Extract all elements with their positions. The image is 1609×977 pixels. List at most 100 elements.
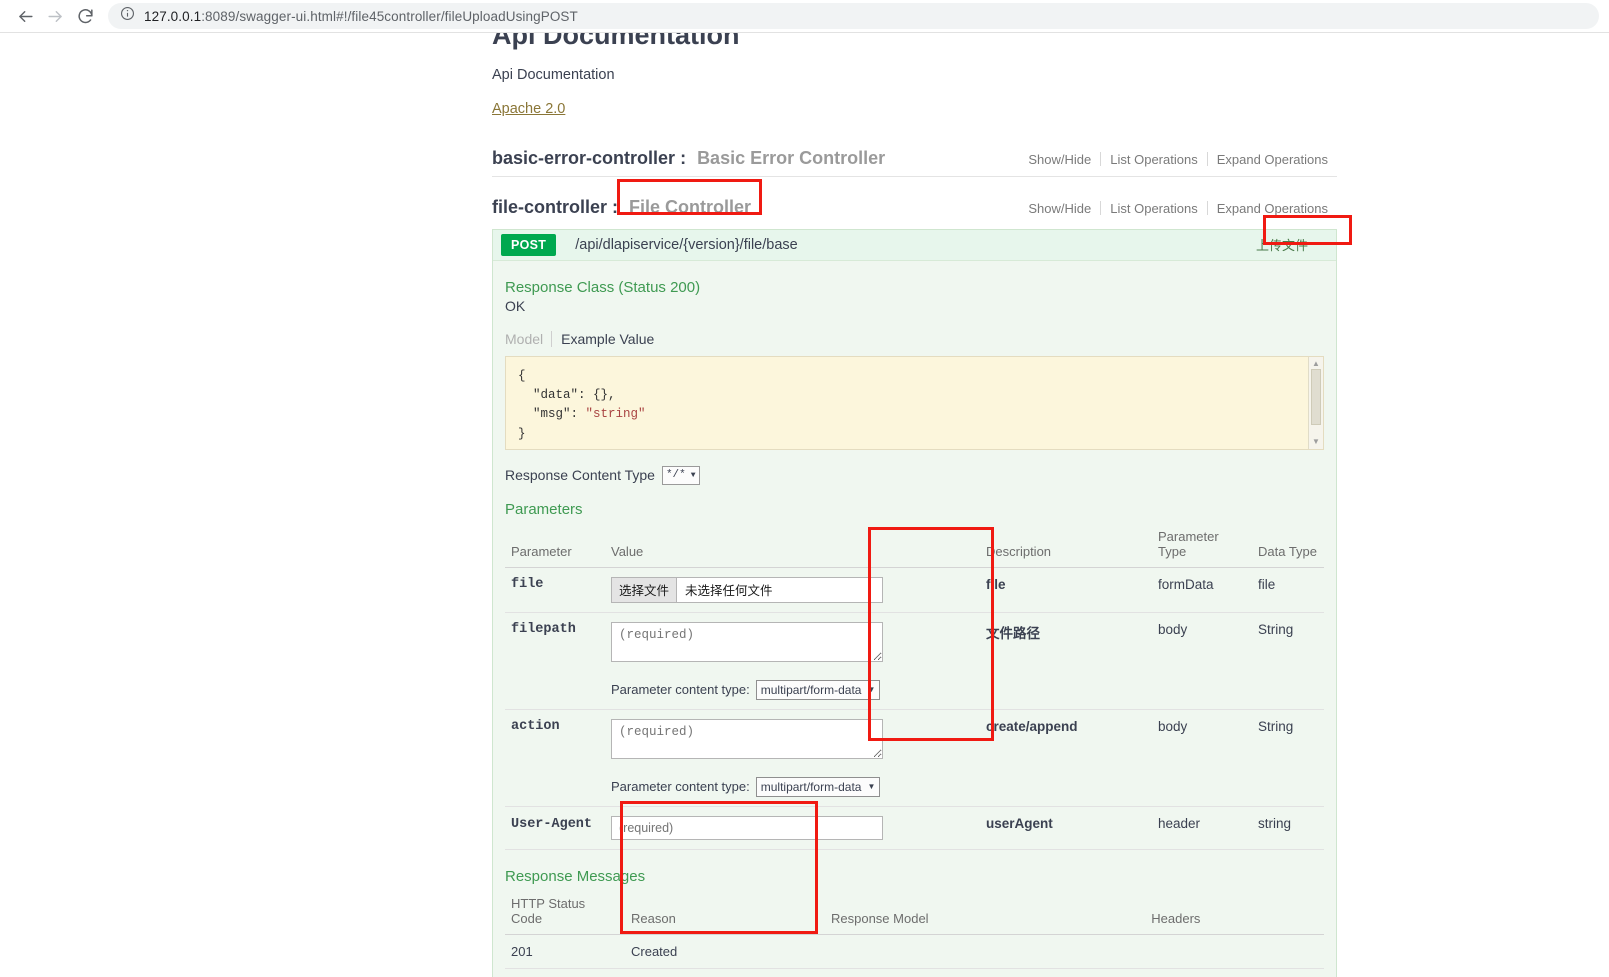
param-value-cell: Parameter content type: multipart/form-d… [605, 709, 980, 807]
show-hide-link[interactable]: Show/Hide [1019, 201, 1100, 216]
resource-title: basic-error-controller : Basic Error Con… [492, 148, 885, 169]
resource-description: File Controller [629, 196, 752, 217]
response-content-type-label: Response Content Type [505, 467, 655, 484]
param-value-cell: Parameter content type: multipart/form-d… [605, 612, 980, 710]
param-type: body [1152, 612, 1252, 710]
table-row: action Parameter content type: multipart… [505, 709, 1324, 807]
parameters-title: Parameters [505, 500, 583, 518]
reload-icon [76, 7, 95, 26]
expand-operations-link[interactable]: Expand Operations [1208, 152, 1337, 167]
resource-basic-error-controller: basic-error-controller : Basic Error Con… [492, 134, 1337, 177]
choose-file-button[interactable]: 选择文件 [612, 577, 678, 602]
table-row: 201 Created [505, 934, 1324, 969]
resource-description: Basic Error Controller [697, 147, 886, 168]
parameter-content-type-select[interactable]: multipart/form-data ▼ [755, 679, 881, 700]
code-key-msg: "msg" [518, 407, 571, 422]
param-description: create/append [980, 709, 1152, 807]
reload-button[interactable] [70, 2, 100, 30]
address-bar[interactable]: 127.0.0.1:8089/swagger-ui.html#!/file45c… [108, 3, 1599, 29]
list-operations-link[interactable]: List Operations [1101, 152, 1206, 167]
parameter-content-type-select[interactable]: multipart/form-data ▼ [755, 776, 881, 797]
param-data-type: string [1252, 806, 1324, 850]
th-response-model: Response Model [825, 891, 1146, 935]
status-code: 201 [505, 934, 625, 969]
code-line-1: { [518, 368, 526, 383]
file-status-label: 未选择任何文件 [685, 584, 773, 599]
response-messages-table: HTTP Status Code Reason Response Model H… [505, 891, 1324, 977]
status-reason: 请求参数没填好 [625, 968, 825, 977]
th-data-type: Data Type [1252, 524, 1324, 568]
status-code: 400 [505, 968, 625, 977]
th-parameter: Parameter [505, 524, 605, 568]
scrollbar-thumb[interactable] [1311, 368, 1321, 425]
browser-toolbar: 127.0.0.1:8089/swagger-ui.html#!/file45c… [0, 0, 1609, 33]
response-class-title: Response Class (Status 200) [505, 278, 701, 296]
parameter-content-type-label: Parameter content type: [611, 779, 750, 795]
param-name: file [505, 567, 605, 613]
parameter-content-type-row: Parameter content type: multipart/form-d… [611, 679, 883, 700]
param-name: action [505, 709, 605, 807]
expand-operations-link[interactable]: Expand Operations [1208, 201, 1337, 216]
th-reason: Reason [625, 891, 825, 935]
code-value-msg: "string" [585, 407, 646, 422]
page-title: Api Documentation [492, 33, 740, 50]
operation-path: /api/dlapiservice/{version}/file/base [575, 236, 798, 253]
scroll-down-icon[interactable]: ▼ [1312, 435, 1320, 449]
table-row: 400 请求参数没填好 [505, 968, 1324, 977]
parameters-header-row: Parameter Value Description Parameter Ty… [505, 524, 1324, 568]
swagger-page: Api Documentation Api Documentation Apac… [0, 33, 1609, 977]
th-value: Value [605, 524, 980, 568]
url-path: :8089/swagger-ui.html#!/file45controller… [201, 8, 578, 24]
forward-arrow-icon [46, 7, 65, 26]
action-textarea[interactable] [611, 718, 883, 759]
param-type: formData [1152, 567, 1252, 613]
example-value-box: { "data": {}, "msg": "string" } ▲ ▼ [505, 355, 1324, 450]
license-link[interactable]: Apache 2.0 [492, 101, 565, 117]
param-description: userAgent [980, 806, 1152, 850]
tab-example-value[interactable]: Example Value [551, 330, 662, 347]
show-hide-link[interactable]: Show/Hide [1019, 152, 1100, 167]
operation-header[interactable]: POST /api/dlapiservice/{version}/file/ba… [493, 229, 1336, 261]
param-data-type: String [1252, 612, 1324, 710]
status-reason: Created [625, 934, 825, 969]
url-host: 127.0.0.1 [144, 8, 202, 24]
tab-model[interactable]: Model [505, 331, 551, 347]
chevron-down-icon: ▼ [690, 470, 696, 480]
resource-separator: : [607, 196, 624, 217]
code-rest-data: : {}, [578, 388, 616, 403]
parameter-content-type-value: multipart/form-data [760, 682, 862, 697]
param-data-type: String [1252, 709, 1324, 807]
list-operations-link[interactable]: List Operations [1101, 201, 1206, 216]
url-text: 127.0.0.1:8089/swagger-ui.html#!/file45c… [144, 9, 578, 24]
th-headers: Headers [1145, 891, 1324, 935]
response-class-status: OK [505, 297, 526, 314]
table-row: file 选择文件 未选择任何文件 file formData file [505, 567, 1324, 613]
back-button[interactable] [10, 2, 40, 30]
back-arrow-icon [16, 7, 35, 26]
http-method-badge: POST [501, 233, 557, 256]
param-name: filepath [505, 612, 605, 710]
resource-name[interactable]: file-controller [492, 197, 607, 217]
param-value-cell [605, 806, 980, 850]
forward-button[interactable] [40, 2, 70, 30]
parameters-table: Parameter Value Description Parameter Ty… [505, 524, 1324, 850]
example-value-scrollbar[interactable]: ▲ ▼ [1308, 356, 1323, 449]
user-agent-input[interactable] [611, 815, 883, 840]
response-messages-header-row: HTTP Status Code Reason Response Model H… [505, 891, 1324, 935]
th-http-status-code: HTTP Status Code [505, 891, 625, 935]
param-description: 文件路径 [980, 612, 1152, 710]
param-description: file [980, 567, 1152, 613]
response-content-type-select[interactable]: */* ▼ [661, 465, 700, 485]
parameter-content-type-row: Parameter content type: multipart/form-d… [611, 776, 883, 797]
resource-file-controller: file-controller : File Controller Show/H… [492, 183, 1337, 223]
operation-summary: 上传文件 [1255, 238, 1308, 254]
resource-name[interactable]: basic-error-controller [492, 148, 675, 168]
operation-file-upload: POST /api/dlapiservice/{version}/file/ba… [492, 228, 1337, 977]
info-circle-icon[interactable] [120, 6, 135, 26]
filepath-textarea[interactable] [611, 621, 883, 662]
file-upload-input[interactable]: 选择文件 未选择任何文件 [611, 576, 883, 603]
response-messages-title: Response Messages [505, 867, 646, 885]
chevron-down-icon: ▼ [867, 685, 876, 695]
page-subtitle: Api Documentation [492, 66, 615, 83]
parameter-content-type-label: Parameter content type: [611, 682, 750, 698]
